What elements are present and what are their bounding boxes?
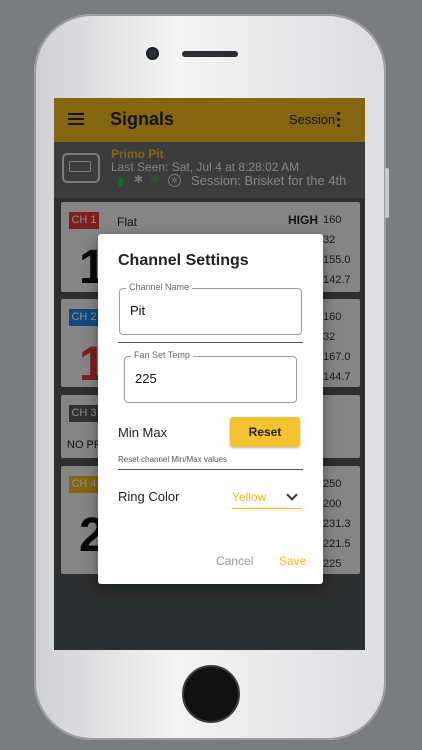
- reset-button[interactable]: Reset: [230, 417, 300, 447]
- home-button[interactable]: [182, 665, 240, 723]
- field-value: Pit: [130, 303, 146, 318]
- channel-settings-dialog: Channel Settings Channel Name Pit Fan Se…: [98, 234, 323, 584]
- fan-set-temp-field[interactable]: Fan Set Temp 225: [124, 350, 297, 403]
- divider: [118, 469, 303, 470]
- ring-color-select[interactable]: Yellow: [232, 488, 302, 509]
- field-label: Fan Set Temp: [131, 350, 193, 360]
- camera: [148, 49, 157, 58]
- channel-name-field[interactable]: Channel Name Pit: [119, 282, 302, 335]
- chevron-down-icon: [286, 489, 298, 501]
- divider: [118, 342, 303, 343]
- app-screen: Signals Session Primo Pit Last Seen: Sat…: [54, 98, 365, 650]
- save-button[interactable]: Save: [279, 554, 306, 568]
- field-value: 225: [135, 371, 157, 386]
- min-max-label: Min Max: [118, 425, 168, 440]
- ring-color-label: Ring Color: [118, 489, 180, 504]
- side-button: [385, 168, 389, 218]
- cancel-button[interactable]: Cancel: [216, 554, 253, 568]
- field-label: Channel Name: [126, 282, 193, 292]
- dialog-title: Channel Settings: [118, 252, 249, 269]
- speaker: [182, 51, 238, 57]
- reset-helper-text: Reset channel Min/Max values: [118, 455, 227, 464]
- ring-color-value: Yellow: [232, 490, 267, 504]
